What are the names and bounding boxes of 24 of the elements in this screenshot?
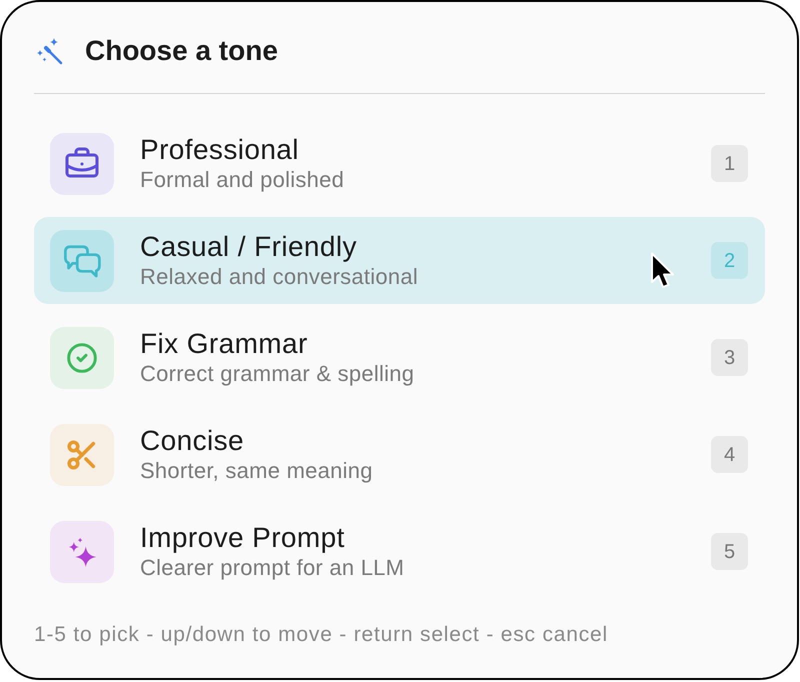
shortcut-key: 3: [711, 339, 748, 376]
tone-option[interactable]: Professional Formal and polished 1: [34, 120, 765, 207]
shortcut-key: 4: [711, 436, 748, 473]
mouse-pointer-icon: [650, 252, 675, 290]
shortcut-key: 2: [711, 242, 748, 279]
magic-wand-icon: [36, 38, 63, 64]
shortcut-key: 5: [711, 533, 748, 570]
tone-option[interactable]: Improve Prompt Clearer prompt for an LLM 5: [34, 508, 765, 595]
tone-title: Casual / Friendly: [140, 231, 357, 263]
tone-description: Relaxed and conversational: [140, 264, 418, 290]
tone-option[interactable]: Concise Shorter, same meaning 4: [34, 411, 765, 498]
tone-title: Improve Prompt: [140, 522, 345, 554]
tone-description: Shorter, same meaning: [140, 458, 373, 484]
dialog-title: Choose a tone: [85, 34, 278, 68]
tone-option[interactable]: Casual / Friendly Relaxed and conversational 2: [34, 217, 765, 304]
tone-description: Formal and polished: [140, 167, 344, 193]
tone-title: Professional: [140, 134, 299, 166]
tone-description: Correct grammar & spelling: [140, 361, 414, 387]
tone-title: Fix Grammar: [140, 328, 308, 360]
keyboard-hint: 1-5 to pick - up/down to move - return select - esc cancel: [34, 623, 608, 647]
tone-title: Concise: [140, 425, 244, 457]
tone-option[interactable]: Fix Grammar Correct grammar & spelling 3: [34, 314, 765, 401]
tone-description: Clearer prompt for an LLM: [140, 555, 404, 581]
shortcut-key: 1: [711, 145, 748, 182]
